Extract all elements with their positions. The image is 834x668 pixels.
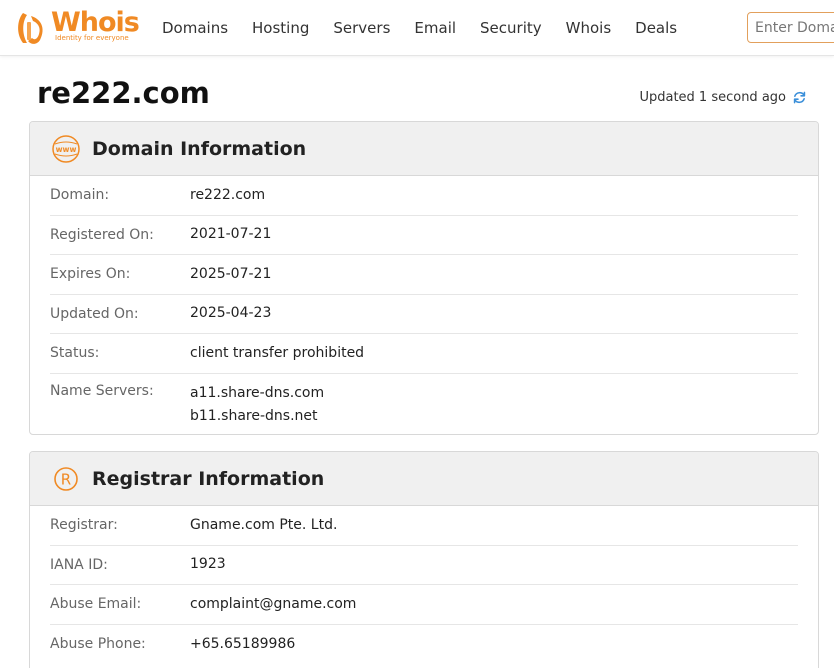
main-nav: Domains Hosting Servers Email Security W… (162, 0, 701, 56)
info-row-domain: Domain: re222.com (50, 176, 798, 216)
info-row-abuse-email: Abuse Email: complaint@gname.com (50, 585, 798, 625)
registrar-information-title: Registrar Information (92, 467, 325, 490)
row-label: Expires On: (50, 266, 131, 283)
registrar-information-header: R Registrar Information (30, 452, 818, 506)
nav-item-security[interactable]: Security (480, 19, 542, 37)
domain-information-card: www Domain Information Domain: re222.com… (29, 121, 819, 435)
domain-information-header: www Domain Information (30, 122, 818, 176)
nav-item-hosting[interactable]: Hosting (252, 19, 309, 37)
registered-icon: R (50, 463, 82, 495)
refresh-icon[interactable] (791, 89, 808, 106)
info-row-abuse-phone: Abuse Phone: +65.65189986 (50, 625, 798, 665)
logo-tagline: Identity for everyone (55, 34, 129, 42)
registrar-information-card: R Registrar Information Registrar: Gname… (29, 451, 819, 668)
site-logo[interactable]: Whois Identity for everyone (13, 7, 140, 48)
nav-item-domains[interactable]: Domains (162, 19, 228, 37)
nav-item-servers[interactable]: Servers (333, 19, 390, 37)
row-value: +65.65189986 (190, 635, 296, 652)
info-row-status: Status: client transfer prohibited (50, 334, 798, 374)
row-value: 1923 (190, 556, 226, 573)
domain-information-title: Domain Information (92, 137, 307, 160)
row-label: Name Servers: (50, 382, 154, 399)
svg-text:www: www (56, 145, 77, 154)
row-label: IANA ID: (50, 556, 108, 573)
page-title: re222.com (37, 76, 210, 110)
site-header: Whois Identity for everyone Domains Host… (0, 0, 834, 56)
nav-item-deals[interactable]: Deals (635, 19, 677, 37)
row-label: Abuse Email: (50, 596, 142, 613)
row-label: Updated On: (50, 305, 139, 322)
info-row-iana-id: IANA ID: 1923 (50, 546, 798, 585)
name-server: b11.share-dns.net (190, 407, 318, 424)
row-value: Gname.com Pte. Ltd. (190, 516, 338, 533)
row-value: client transfer prohibited (190, 344, 365, 361)
row-value: 2021-07-21 (190, 226, 272, 243)
row-label: Domain: (50, 187, 110, 204)
domain-information-body: Domain: re222.com Registered On: 2021-07… (30, 176, 818, 435)
nav-item-whois[interactable]: Whois (566, 19, 612, 37)
name-server: a11.share-dns.com (190, 384, 325, 401)
row-value: 2025-04-23 (190, 305, 272, 322)
row-label: Registrar: (50, 517, 118, 534)
row-value: re222.com (190, 186, 266, 203)
row-label: Status: (50, 345, 100, 362)
registrar-information-body: Registrar: Gname.com Pte. Ltd. IANA ID: … (30, 506, 818, 664)
update-status: Updated 1 second ago (639, 89, 808, 106)
www-icon: www (50, 133, 82, 165)
info-row-registrar: Registrar: Gname.com Pte. Ltd. (50, 506, 798, 546)
info-row-expires-on: Expires On: 2025-07-21 (50, 255, 798, 295)
row-value: complaint@gname.com (190, 595, 357, 612)
row-label: Registered On: (50, 226, 154, 243)
domain-search-input[interactable] (747, 12, 834, 43)
svg-text:R: R (61, 470, 71, 488)
name-server-list: a11.share-dns.com b11.share-dns.net (190, 382, 324, 428)
info-row-registered-on: Registered On: 2021-07-21 (50, 216, 798, 255)
row-label: Abuse Phone: (50, 636, 146, 653)
row-value: 2025-07-21 (190, 265, 272, 282)
whois-logo-icon (18, 13, 43, 44)
nav-item-email[interactable]: Email (414, 19, 456, 37)
updated-text: Updated 1 second ago (639, 90, 786, 105)
info-row-name-servers: Name Servers: a11.share-dns.com b11.shar… (50, 374, 798, 435)
info-row-updated-on: Updated On: 2025-04-23 (50, 295, 798, 334)
